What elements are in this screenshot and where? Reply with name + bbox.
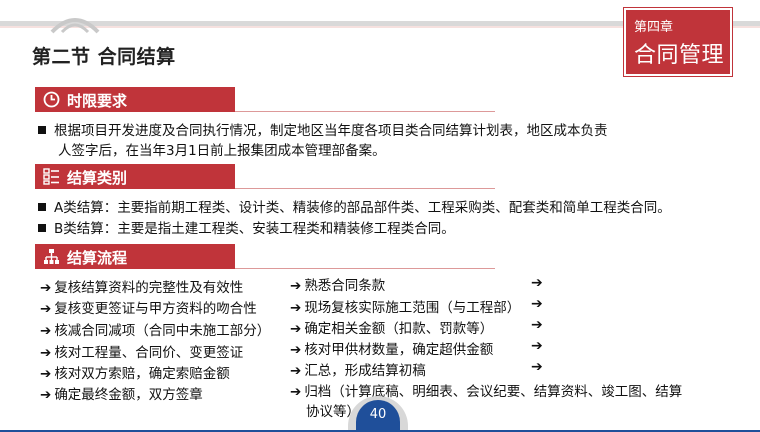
arrow-right-icon: ➔ [531,338,543,354]
flow-step: ➔ 核减合同减项（合同中未施工部分） [40,323,271,339]
arrow-right-icon: ➔ [290,278,302,294]
flow-step: ➔ 熟悉合同条款 [290,278,386,294]
divider [235,268,495,269]
arrow-right-icon: ➔ [290,384,302,400]
flow-step: ➔ 汇总，形成结算初稿 [290,363,426,379]
bullet-square [38,224,46,232]
list-icon [43,168,59,185]
section-header-types: 结算类别 [35,164,495,189]
divider [235,188,495,189]
section-title-time: 时限要求 [67,92,128,110]
flow-step: ➔ 核对甲供材数量，确定超供金额 [290,342,494,358]
logo-icon [50,18,100,34]
arrow-right-icon: ➔ [40,387,52,403]
arrow-right-icon: ➔ [531,296,543,312]
section-title-types: 结算类别 [67,169,128,187]
divider [235,111,495,112]
flow-step: ➔ 核对双方索赔，确定索赔金额 [40,366,230,382]
section-header-time: 时限要求 [35,87,495,112]
arrow-right-icon: ➔ [40,366,52,382]
clock-icon [43,91,60,108]
arrow-right-icon: ➔ [40,345,52,361]
flow-step: ➔ 确定相关金额（扣款、罚款等） [290,321,494,337]
arrow-right-icon: ➔ [531,275,543,291]
section-header-flow: 结算流程 [35,244,495,269]
list-item: B类结算：主要是指土建工程类、安装工程类和精装修工程类合同。 [38,217,455,237]
page-title: 第二节 合同结算 [32,46,176,68]
arrow-right-icon: ➔ [40,301,52,317]
flow-step: ➔ 现场复核实际施工范围（与工程部） [290,300,521,316]
list-item: 根据项目开发进度及合同执行情况，制定地区当年度各项目类合同结算计划表，地区成本负… [38,119,608,139]
arrow-right-icon: ➔ [531,317,543,333]
bullet-square [38,126,46,134]
chapter-label: 第四章 [634,20,674,35]
arrow-right-icon: ➔ [290,300,302,316]
arrow-right-icon: ➔ [531,359,543,375]
bullet-square [38,203,46,211]
flow-step: ➔ 复核结算资料的完整性及有效性 [40,280,244,296]
arrow-right-icon: ➔ [40,323,52,339]
section-title-flow: 结算流程 [67,249,128,267]
chapter-title: 合同管理 [634,43,725,68]
flow-step: ➔ 复核变更签证与甲方资料的吻合性 [40,301,257,317]
list-item: A类结算：主要指前期工程类、设计类、精装修的部品部件类、工程采购类、配套类和简单… [38,196,671,216]
chapter-badge: 第四章 合同管理 [624,8,732,76]
flow-step: ➔ 归档（计算底稿、明细表、会议纪要、结算资料、竣工图、结算 [290,384,683,400]
list-item-continuation: 人签字后，在当年3月1日前上报集团成本管理部备案。 [58,143,386,159]
flow-step: ➔ 确定最终金额，双方签章 [40,387,203,403]
arrow-right-icon: ➔ [290,321,302,337]
arrow-right-icon: ➔ [290,363,302,379]
arrow-right-icon: ➔ [290,342,302,358]
hierarchy-icon [44,249,59,264]
arrow-right-icon: ➔ [40,280,52,296]
flow-step: ➔ 核对工程量、合同价、变更签证 [40,345,244,361]
